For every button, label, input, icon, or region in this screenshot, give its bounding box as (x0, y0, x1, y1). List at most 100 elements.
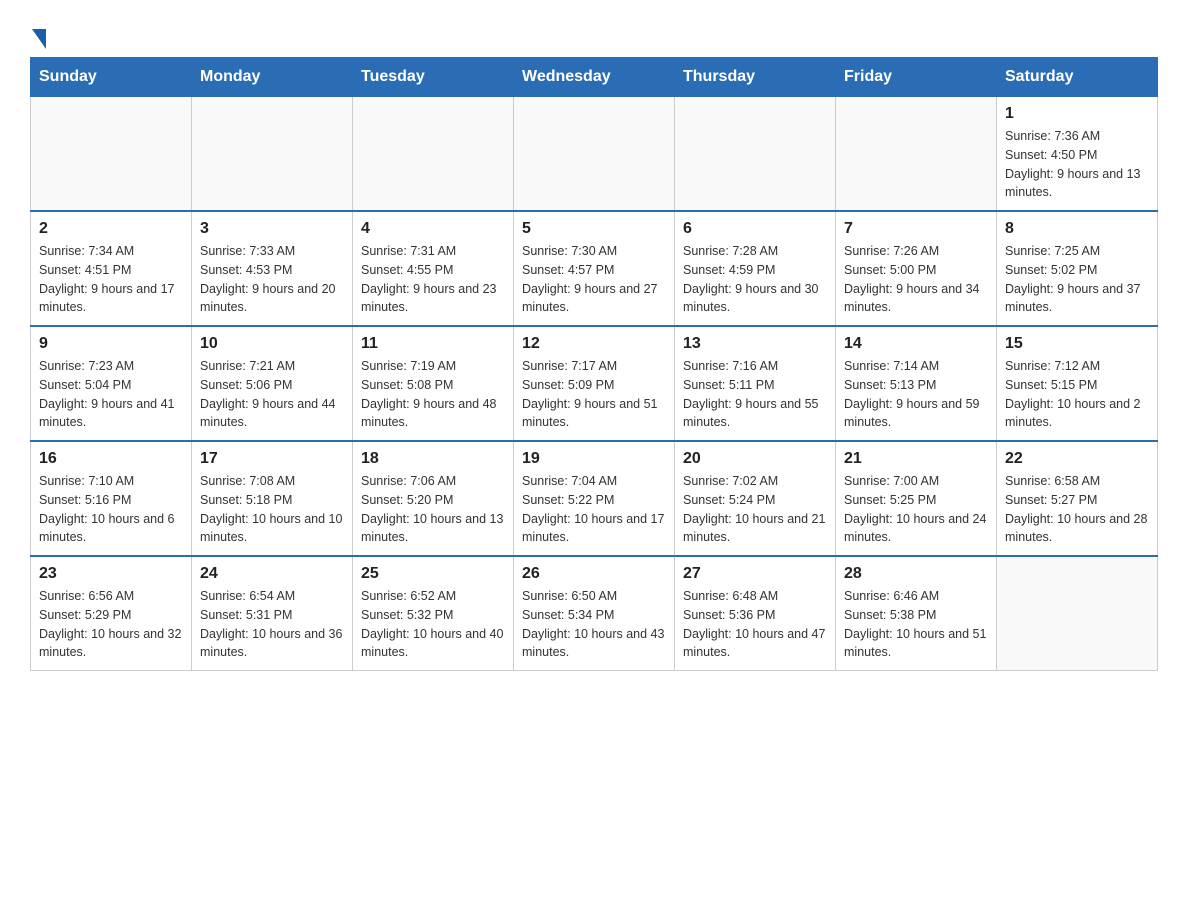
day-info: Sunrise: 7:02 AMSunset: 5:24 PMDaylight:… (683, 472, 827, 547)
calendar-cell-week3-day1: 9Sunrise: 7:23 AMSunset: 5:04 PMDaylight… (31, 326, 192, 441)
calendar-cell-week4-day7: 22 Sunrise: 6:58 AMSunset: 5:27 PMDayligh… (997, 441, 1158, 556)
calendar-cell-week3-day5: 13 Sunrise: 7:16 AMSunset: 5:11 PMDayligh… (675, 326, 836, 441)
calendar-cell-week4-day5: 20 Sunrise: 7:02 AMSunset: 5:24 PMDayligh… (675, 441, 836, 556)
day-number: 17 (200, 450, 344, 468)
calendar-header-thursday: Thursday (675, 58, 836, 97)
calendar-cell-week2-day3: 4 Sunrise: 7:31 AMSunset: 4:55 PMDaylight… (353, 211, 514, 326)
calendar-header-sunday: Sunday (31, 58, 192, 97)
calendar-cell-week5-day3: 25Sunrise: 6:52 AMSunset: 5:32 PMDayligh… (353, 556, 514, 671)
calendar-table: SundayMondayTuesdayWednesdayThursdayFrid… (30, 57, 1158, 671)
calendar-cell-week4-day3: 18 Sunrise: 7:06 AMSunset: 5:20 PMDayligh… (353, 441, 514, 556)
calendar-cell-week2-day7: 8Sunrise: 7:25 AMSunset: 5:02 PMDaylight… (997, 211, 1158, 326)
calendar-cell-week5-day1: 23 Sunrise: 6:56 AMSunset: 5:29 PMDayligh… (31, 556, 192, 671)
day-number: 18 (361, 450, 505, 468)
calendar-cell-week2-day4: 5 Sunrise: 7:30 AMSunset: 4:57 PMDaylight… (514, 211, 675, 326)
day-info: Sunrise: 6:50 AMSunset: 5:34 PMDaylight:… (522, 587, 666, 662)
day-number: 22 (1005, 450, 1149, 468)
day-info: Sunrise: 7:30 AMSunset: 4:57 PMDaylight:… (522, 242, 666, 317)
day-number: 26 (522, 565, 666, 583)
calendar-header-tuesday: Tuesday (353, 58, 514, 97)
day-number: 2 (39, 220, 183, 238)
day-info: Sunrise: 7:28 AMSunset: 4:59 PMDaylight:… (683, 242, 827, 317)
day-number: 4 (361, 220, 505, 238)
day-number: 7 (844, 220, 988, 238)
calendar-header-wednesday: Wednesday (514, 58, 675, 97)
day-number: 5 (522, 220, 666, 238)
day-info: Sunrise: 7:06 AMSunset: 5:20 PMDaylight:… (361, 472, 505, 547)
calendar-cell-week1-day1 (31, 97, 192, 212)
calendar-cell-week5-day6: 28 Sunrise: 6:46 AMSunset: 5:38 PMDayligh… (836, 556, 997, 671)
day-number: 10 (200, 335, 344, 353)
day-info: Sunrise: 7:17 AMSunset: 5:09 PMDaylight:… (522, 357, 666, 432)
calendar-cell-week5-day2: 24 Sunrise: 6:54 AMSunset: 5:31 PMDayligh… (192, 556, 353, 671)
calendar-cell-week2-day1: 2 Sunrise: 7:34 AMSunset: 4:51 PMDaylight… (31, 211, 192, 326)
day-number: 28 (844, 565, 988, 583)
calendar-cell-week2-day5: 6 Sunrise: 7:28 AMSunset: 4:59 PMDaylight… (675, 211, 836, 326)
calendar-header-row: SundayMondayTuesdayWednesdayThursdayFrid… (31, 58, 1158, 97)
calendar-cell-week4-day2: 17 Sunrise: 7:08 AMSunset: 5:18 PMDayligh… (192, 441, 353, 556)
calendar-cell-week2-day2: 3 Sunrise: 7:33 AMSunset: 4:53 PMDaylight… (192, 211, 353, 326)
day-info: Sunrise: 6:54 AMSunset: 5:31 PMDaylight:… (200, 587, 344, 662)
calendar-cell-week2-day6: 7 Sunrise: 7:26 AMSunset: 5:00 PMDaylight… (836, 211, 997, 326)
calendar-week-row-1: 1 Sunrise: 7:36 AMSunset: 4:50 PMDaylight… (31, 97, 1158, 212)
calendar-cell-week3-day3: 11 Sunrise: 7:19 AMSunset: 5:08 PMDayligh… (353, 326, 514, 441)
day-number: 1 (1005, 105, 1149, 123)
day-number: 6 (683, 220, 827, 238)
calendar-cell-week1-day4 (514, 97, 675, 212)
day-info: Sunrise: 7:00 AMSunset: 5:25 PMDaylight:… (844, 472, 988, 547)
day-number: 16 (39, 450, 183, 468)
calendar-cell-week5-day5: 27 Sunrise: 6:48 AMSunset: 5:36 PMDayligh… (675, 556, 836, 671)
calendar-cell-week1-day3 (353, 97, 514, 212)
day-info: Sunrise: 7:21 AMSunset: 5:06 PMDaylight:… (200, 357, 344, 432)
calendar-week-row-2: 2 Sunrise: 7:34 AMSunset: 4:51 PMDaylight… (31, 211, 1158, 326)
calendar-week-row-3: 9Sunrise: 7:23 AMSunset: 5:04 PMDaylight… (31, 326, 1158, 441)
calendar-cell-week1-day5 (675, 97, 836, 212)
day-info: Sunrise: 7:26 AMSunset: 5:00 PMDaylight:… (844, 242, 988, 317)
day-number: 24 (200, 565, 344, 583)
page-header (30, 20, 1158, 47)
day-number: 14 (844, 335, 988, 353)
calendar-week-row-4: 16 Sunrise: 7:10 AMSunset: 5:16 PMDayligh… (31, 441, 1158, 556)
calendar-cell-week5-day7 (997, 556, 1158, 671)
day-number: 23 (39, 565, 183, 583)
calendar-cell-week1-day2 (192, 97, 353, 212)
calendar-cell-week4-day1: 16 Sunrise: 7:10 AMSunset: 5:16 PMDayligh… (31, 441, 192, 556)
calendar-cell-week1-day7: 1 Sunrise: 7:36 AMSunset: 4:50 PMDaylight… (997, 97, 1158, 212)
day-info: Sunrise: 7:31 AMSunset: 4:55 PMDaylight:… (361, 242, 505, 317)
logo (30, 20, 46, 47)
calendar-header-friday: Friday (836, 58, 997, 97)
day-info: Sunrise: 7:25 AMSunset: 5:02 PMDaylight:… (1005, 242, 1149, 317)
day-info: Sunrise: 6:58 AMSunset: 5:27 PMDaylight:… (1005, 472, 1149, 547)
day-info: Sunrise: 6:46 AMSunset: 5:38 PMDaylight:… (844, 587, 988, 662)
day-info: Sunrise: 7:19 AMSunset: 5:08 PMDaylight:… (361, 357, 505, 432)
day-number: 27 (683, 565, 827, 583)
calendar-cell-week4-day6: 21Sunrise: 7:00 AMSunset: 5:25 PMDayligh… (836, 441, 997, 556)
day-number: 3 (200, 220, 344, 238)
day-info: Sunrise: 7:34 AMSunset: 4:51 PMDaylight:… (39, 242, 183, 317)
calendar-week-row-5: 23 Sunrise: 6:56 AMSunset: 5:29 PMDayligh… (31, 556, 1158, 671)
calendar-header-saturday: Saturday (997, 58, 1158, 97)
calendar-cell-week4-day4: 19 Sunrise: 7:04 AMSunset: 5:22 PMDayligh… (514, 441, 675, 556)
day-info: Sunrise: 7:16 AMSunset: 5:11 PMDaylight:… (683, 357, 827, 432)
logo-arrow-icon (32, 29, 46, 49)
day-info: Sunrise: 7:10 AMSunset: 5:16 PMDaylight:… (39, 472, 183, 547)
day-info: Sunrise: 6:48 AMSunset: 5:36 PMDaylight:… (683, 587, 827, 662)
day-number: 11 (361, 335, 505, 353)
day-info: Sunrise: 6:56 AMSunset: 5:29 PMDaylight:… (39, 587, 183, 662)
calendar-cell-week5-day4: 26 Sunrise: 6:50 AMSunset: 5:34 PMDayligh… (514, 556, 675, 671)
day-number: 12 (522, 335, 666, 353)
day-number: 19 (522, 450, 666, 468)
day-number: 15 (1005, 335, 1149, 353)
calendar-cell-week1-day6 (836, 97, 997, 212)
day-info: Sunrise: 6:52 AMSunset: 5:32 PMDaylight:… (361, 587, 505, 662)
day-info: Sunrise: 7:14 AMSunset: 5:13 PMDaylight:… (844, 357, 988, 432)
calendar-header-monday: Monday (192, 58, 353, 97)
calendar-cell-week3-day7: 15Sunrise: 7:12 AMSunset: 5:15 PMDayligh… (997, 326, 1158, 441)
day-info: Sunrise: 7:04 AMSunset: 5:22 PMDaylight:… (522, 472, 666, 547)
day-number: 13 (683, 335, 827, 353)
day-number: 20 (683, 450, 827, 468)
day-info: Sunrise: 7:33 AMSunset: 4:53 PMDaylight:… (200, 242, 344, 317)
day-info: Sunrise: 7:36 AMSunset: 4:50 PMDaylight:… (1005, 127, 1149, 202)
day-info: Sunrise: 7:08 AMSunset: 5:18 PMDaylight:… (200, 472, 344, 547)
day-info: Sunrise: 7:23 AMSunset: 5:04 PMDaylight:… (39, 357, 183, 432)
